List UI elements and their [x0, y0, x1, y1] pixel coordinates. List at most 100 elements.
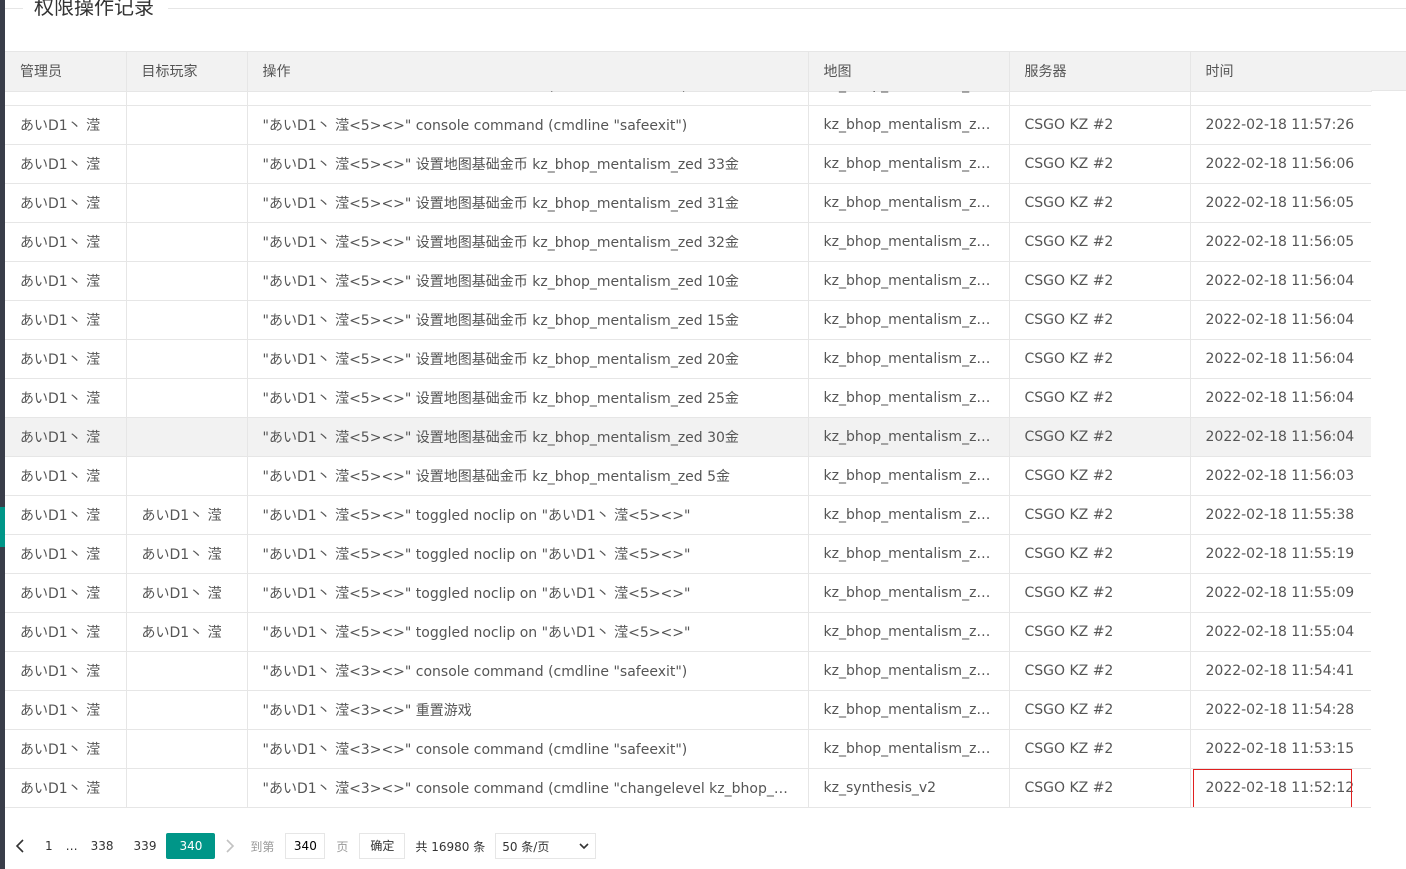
cell-admin: あいD1丶 滢	[5, 183, 127, 223]
table-row[interactable]: あいD1丶 滢あいD1丶 滢 "あいD1丶 滢<5><>" toggled noc…	[5, 573, 1371, 613]
cell-action: "あいD1丶 滢<5><>" 设置地图基础金币 kz_bhop_mentalis…	[247, 144, 809, 184]
column-header-time[interactable]: 时间	[1190, 52, 1372, 92]
page-current[interactable]: 340	[166, 833, 216, 859]
page-link-338[interactable]: 338	[81, 833, 124, 859]
page-size-value: 50 条/页	[502, 839, 550, 854]
cell-admin: あいD1丶 滢	[5, 105, 127, 145]
cell-map: kz_bhop_mentalism_zed	[808, 417, 1010, 457]
table-row[interactable]: あいD1丶 滢 "あいD1丶 滢<5><>" 设置地图基础金币 kz_bhop_m…	[5, 261, 1371, 301]
cell-target	[126, 339, 248, 379]
cell-action: "あいD1丶 滢<5><>" toggled noclip on "あいD1丶 …	[247, 573, 809, 613]
cell-map: kz_bhop_mentalism_zed	[808, 144, 1010, 184]
cell-time: 2022-02-18 11:57:26	[1190, 105, 1371, 145]
cell-target	[126, 378, 248, 418]
records-table: 管理员 目标玩家 操作 地图 服务器 时间 あいD1丶 滢"あいD1丶 滢<3>…	[5, 51, 1406, 826]
cell-admin: あいD1丶 滢	[5, 573, 127, 613]
goto-suffix-label: 页	[336, 839, 349, 854]
chevron-right-icon[interactable]	[215, 839, 245, 853]
page-link-first[interactable]: 1	[35, 833, 63, 859]
table-row[interactable]: あいD1丶 滢 "あいD1丶 滢<5><>" 设置地图基础金币 kz_bhop_m…	[5, 339, 1371, 379]
table-row[interactable]: あいD1丶 滢 "あいD1丶 滢<5><>" 设置地图基础金币 kz_bhop_m…	[5, 144, 1371, 184]
table-body-viewport[interactable]: あいD1丶 滢 "あいD1丶 滢<3><>" console command (c…	[5, 91, 1371, 826]
cell-admin: あいD1丶 滢	[5, 222, 127, 262]
cell-admin: あいD1丶 滢	[5, 495, 127, 535]
cell-action: "あいD1丶 滢<5><>" console command (cmdline …	[247, 105, 809, 145]
cell-server: CSGO KZ #2	[1009, 690, 1191, 730]
cell-target	[126, 105, 248, 145]
column-header-server[interactable]: 服务器	[1009, 52, 1191, 92]
title-divider-right	[168, 8, 1406, 9]
cell-target: あいD1丶 滢	[126, 495, 248, 535]
cell-map: kz_bhop_mentalism_zed	[808, 729, 1010, 769]
cell-server: CSGO KZ #2	[1009, 768, 1191, 808]
table-row[interactable]: あいD1丶 滢あいD1丶 滢 "あいD1丶 滢<5><>" toggled noc…	[5, 612, 1371, 652]
cell-time: 2022-02-18 11:55:19	[1190, 534, 1371, 574]
table-row[interactable]: あいD1丶 滢 "あいD1丶 滢<5><>" 设置地图基础金币 kz_bhop_m…	[5, 222, 1371, 262]
cell-admin: あいD1丶 滢	[5, 261, 127, 301]
table-row[interactable]: あいD1丶 滢 "あいD1丶 滢<3><>" console command (c…	[5, 768, 1371, 808]
cell-target	[126, 690, 248, 730]
cell-action: "あいD1丶 滢<5><>" toggled noclip on "あいD1丶 …	[247, 612, 809, 652]
cell-server: CSGO KZ #2	[1009, 183, 1191, 223]
cell-server: CSGO KZ #2	[1009, 105, 1191, 145]
cell-map: kz_bhop_mentalism_zed	[808, 183, 1010, 223]
table-row[interactable]: あいD1丶 滢 "あいD1丶 滢<5><>" 设置地图基础金币 kz_bhop_m…	[5, 417, 1371, 457]
table-row[interactable]: あいD1丶 滢 "あいD1丶 滢<5><>" console command (c…	[5, 105, 1371, 145]
table-row[interactable]: あいD1丶 滢 "あいD1丶 滢<3><>" console command (c…	[5, 651, 1371, 691]
cell-map: kz_bhop_mentalism_zed	[808, 261, 1010, 301]
cell-action: "あいD1丶 滢<5><>" toggled noclip on "あいD1丶 …	[247, 495, 809, 535]
cell-server: CSGO KZ #2	[1009, 339, 1191, 379]
cell-server: CSGO KZ #2	[1009, 222, 1191, 262]
cell-time: 2022-02-18 11:56:05	[1190, 222, 1371, 262]
cell-map: kz_bhop_mentalism_zed	[808, 378, 1010, 418]
cell-action: "あいD1丶 滢<3><>" console command (cmdline …	[247, 729, 809, 769]
cell-admin: あいD1丶 滢	[5, 300, 127, 340]
title-divider-left	[5, 8, 23, 9]
page-link-339[interactable]: 339	[124, 833, 167, 859]
column-header-action[interactable]: 操作	[247, 52, 809, 92]
table-row[interactable]: あいD1丶 滢 "あいD1丶 滢<5><>" 设置地图基础金币 kz_bhop_m…	[5, 183, 1371, 223]
cell-target	[126, 144, 248, 184]
table-row[interactable]: あいD1丶 滢 "あいD1丶 滢<3><>" console command (c…	[5, 729, 1371, 769]
cell-map: kz_synthesis_v2	[808, 768, 1010, 808]
cell-server: CSGO KZ #2	[1009, 144, 1191, 184]
cell-target: あいD1丶 滢	[126, 534, 248, 574]
goto-page-input[interactable]	[285, 833, 326, 859]
table-row[interactable]: あいD1丶 滢 "あいD1丶 滢<3><>" 重置游戏 kz_bhop_mental…	[5, 690, 1371, 730]
cell-admin: あいD1丶 滢	[5, 690, 127, 730]
cell-time: 2022-02-18 11:54:41	[1190, 651, 1371, 691]
chevron-left-icon[interactable]	[5, 839, 35, 853]
cell-target	[126, 300, 248, 340]
column-header-target[interactable]: 目标玩家	[126, 52, 248, 92]
table-row[interactable]: あいD1丶 滢あいD1丶 滢 "あいD1丶 滢<5><>" toggled noc…	[5, 495, 1371, 535]
cell-admin: あいD1丶 滢	[5, 144, 127, 184]
table-row[interactable]: あいD1丶 滢 "あいD1丶 滢<5><>" 设置地图基础金币 kz_bhop_m…	[5, 378, 1371, 418]
cell-time: 2022-02-18 11:56:06	[1190, 144, 1371, 184]
table-row[interactable]: あいD1丶 滢 "あいD1丶 滢<5><>" 设置地图基础金币 kz_bhop_m…	[5, 300, 1371, 340]
column-header-admin[interactable]: 管理员	[5, 52, 127, 92]
column-header-map[interactable]: 地图	[808, 52, 1010, 92]
cell-time: 2022-02-18 11:56:05	[1190, 183, 1371, 223]
cell-admin: あいD1丶 滢	[5, 456, 127, 496]
cell-time: 2022-02-18 11:55:04	[1190, 612, 1371, 652]
cell-admin: あいD1丶 滢	[5, 378, 127, 418]
page-ellipsis: …	[65, 839, 78, 853]
cell-server: CSGO KZ #2	[1009, 612, 1191, 652]
goto-confirm-button[interactable]: 确定	[359, 833, 406, 859]
cell-map: kz_bhop_mentalism_zed	[808, 105, 1010, 145]
table-row[interactable]: あいD1丶 滢あいD1丶 滢 "あいD1丶 滢<5><>" toggled noc…	[5, 534, 1371, 574]
table-row[interactable]: あいD1丶 滢 "あいD1丶 滢<3><>" console command (c…	[5, 91, 1371, 106]
cell-action: "あいD1丶 滢<5><>" 设置地图基础金币 kz_bhop_mentalis…	[247, 378, 809, 418]
table-row[interactable]: あいD1丶 滢 "あいD1丶 滢<5><>" 设置地图基础金币 kz_bhop_m…	[5, 456, 1371, 496]
page-title: 权限操作记录	[34, 0, 154, 19]
cell-admin: あいD1丶 滢	[5, 534, 127, 574]
cell-server: CSGO KZ #2	[1009, 417, 1191, 457]
cell-target: あいD1丶 滢	[126, 612, 248, 652]
cell-target	[126, 183, 248, 223]
page-size-select[interactable]: 50 条/页	[495, 833, 597, 859]
cell-time: 2022-02-18 11:52:12	[1190, 768, 1371, 808]
cell-time: 2022-02-18 11:55:09	[1190, 573, 1371, 613]
cell-map: kz_bhop_mentalism_zed	[808, 456, 1010, 496]
cell-time: 2022-02-18 11:54:28	[1190, 690, 1371, 730]
cell-admin: あいD1丶 滢	[5, 339, 127, 379]
